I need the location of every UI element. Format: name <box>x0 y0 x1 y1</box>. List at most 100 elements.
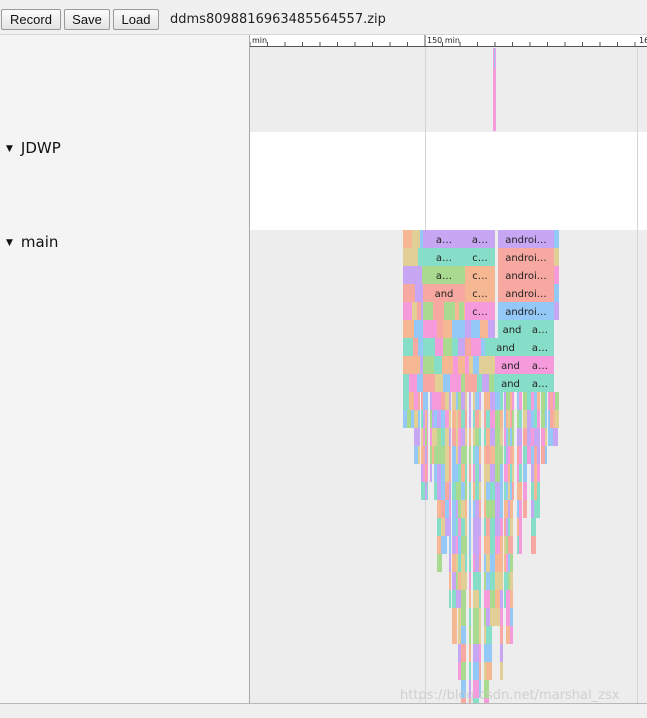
call-frame[interactable] <box>469 356 473 374</box>
call-frame[interactable] <box>537 464 540 482</box>
call-frame[interactable] <box>523 446 527 464</box>
call-frame[interactable] <box>500 644 503 662</box>
call-frame[interactable] <box>461 644 466 662</box>
call-frame[interactable] <box>469 644 471 662</box>
call-frame[interactable] <box>495 392 500 410</box>
call-frame[interactable] <box>534 500 540 518</box>
load-button[interactable]: Load <box>113 9 159 30</box>
call-frame[interactable] <box>473 590 479 608</box>
call-frame[interactable] <box>418 410 420 428</box>
call-frame[interactable] <box>495 410 500 428</box>
call-frame[interactable] <box>479 572 481 590</box>
call-frame[interactable] <box>500 482 503 500</box>
call-frame[interactable] <box>486 662 492 680</box>
call-frame[interactable] <box>479 554 481 572</box>
call-frame[interactable] <box>449 482 451 500</box>
call-frame[interactable] <box>479 464 481 482</box>
call-frame[interactable] <box>421 302 423 320</box>
call-frame[interactable] <box>434 356 442 374</box>
call-frame[interactable] <box>541 428 545 446</box>
call-frame[interactable] <box>425 482 427 500</box>
call-frame[interactable] <box>465 338 471 356</box>
thread-row-main[interactable]: ▼ main <box>6 233 58 251</box>
call-frame[interactable] <box>422 266 423 284</box>
call-frame[interactable] <box>469 554 471 572</box>
call-frame[interactable] <box>473 644 479 662</box>
call-frame[interactable] <box>430 446 432 464</box>
call-frame[interactable] <box>500 392 503 410</box>
call-frame[interactable] <box>519 392 522 410</box>
call-frame[interactable] <box>432 446 434 464</box>
call-frame[interactable] <box>449 536 451 554</box>
call-frame[interactable] <box>479 500 481 518</box>
call-frame[interactable] <box>545 446 547 464</box>
call-frame[interactable] <box>495 572 500 590</box>
call-frame[interactable] <box>430 410 432 428</box>
call-frame[interactable] <box>531 518 536 536</box>
call-frame[interactable] <box>442 356 453 374</box>
call-frame[interactable] <box>481 338 485 356</box>
call-frame[interactable] <box>415 284 423 302</box>
call-frame[interactable] <box>469 608 471 626</box>
call-frame[interactable] <box>510 608 513 626</box>
call-frame[interactable] <box>500 536 503 554</box>
call-frame[interactable] <box>479 608 481 626</box>
call-frame[interactable] <box>479 536 481 554</box>
call-frame[interactable] <box>458 356 465 374</box>
call-frame[interactable] <box>465 374 477 392</box>
call-frame[interactable] <box>473 356 479 374</box>
call-frame[interactable] <box>441 536 447 554</box>
call-frame[interactable] <box>545 410 547 428</box>
call-frame[interactable] <box>479 482 481 500</box>
call-frame[interactable] <box>414 446 418 464</box>
call-frame[interactable] <box>414 410 418 428</box>
thread-row-jdwp[interactable]: ▼ JDWP <box>6 139 61 157</box>
call-frame[interactable] <box>449 428 451 446</box>
call-frame[interactable] <box>432 428 434 446</box>
call-frame[interactable] <box>479 446 481 464</box>
call-frame[interactable] <box>495 446 500 464</box>
call-frame[interactable] <box>512 464 514 482</box>
call-frame[interactable] <box>500 500 503 518</box>
call-frame[interactable] <box>449 410 451 428</box>
call-frame[interactable] <box>420 230 423 248</box>
call-frame[interactable] <box>461 626 466 644</box>
call-frame[interactable] <box>403 356 409 374</box>
call-frame[interactable] <box>479 626 481 644</box>
call-frame[interactable] <box>479 428 481 446</box>
call-frame[interactable] <box>473 662 479 680</box>
call-frame[interactable] <box>469 482 471 500</box>
call-frame[interactable] <box>452 608 457 626</box>
call-frame[interactable] <box>425 446 427 464</box>
call-frame[interactable] <box>409 356 420 374</box>
call-frame[interactable] <box>469 410 471 428</box>
call-frame[interactable] <box>452 320 462 338</box>
call-frame[interactable] <box>554 302 559 320</box>
call-frame[interactable] <box>403 320 414 338</box>
call-frame[interactable] <box>459 302 464 320</box>
call-frame[interactable] <box>537 392 540 410</box>
call-frame[interactable] <box>425 392 427 410</box>
call-frame[interactable] <box>545 392 547 410</box>
call-frame[interactable] <box>554 284 559 302</box>
call-frame[interactable] <box>449 446 451 464</box>
timeline-pane[interactable]: min 150 min 16 a… a… androi… a… c… androi… a… c… <box>250 35 647 703</box>
call-frame[interactable] <box>479 680 481 698</box>
call-frame[interactable] <box>464 302 465 320</box>
call-frame[interactable] <box>541 410 545 428</box>
call-frame[interactable] <box>495 518 500 536</box>
call-frame[interactable] <box>462 320 465 338</box>
call-frame[interactable] <box>479 410 481 428</box>
call-frame[interactable] <box>512 428 514 446</box>
call-frame[interactable] <box>434 392 437 410</box>
call-frame[interactable] <box>423 374 435 392</box>
call-frame[interactable] <box>471 338 481 356</box>
call-frame[interactable] <box>469 626 471 644</box>
call-frame[interactable] <box>465 518 467 536</box>
call-frame[interactable] <box>432 410 434 428</box>
call-frame[interactable] <box>418 392 420 410</box>
call-frame[interactable] <box>512 446 514 464</box>
call-frame[interactable] <box>403 266 415 284</box>
call-frame[interactable] <box>523 410 527 428</box>
call-frame[interactable] <box>425 428 427 446</box>
